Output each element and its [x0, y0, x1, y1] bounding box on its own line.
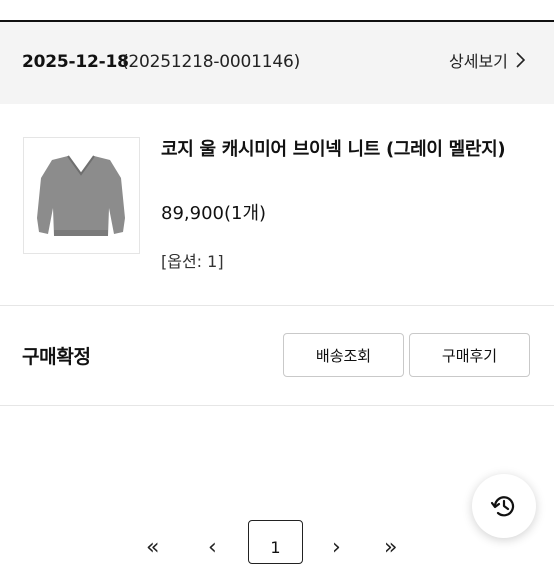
prev-page-icon[interactable]: ‹	[208, 537, 217, 559]
current-page[interactable]: 1	[248, 520, 303, 564]
write-review-button[interactable]: 구매후기	[409, 333, 530, 377]
next-page-icon[interactable]: ›	[332, 537, 341, 559]
order-status: 구매확정	[22, 346, 91, 368]
pagination: « ‹ 1 › »	[0, 520, 554, 564]
divider	[0, 305, 554, 306]
order-detail-label: 상세보기	[449, 52, 508, 71]
track-delivery-button[interactable]: 배송조회	[283, 333, 404, 377]
product-name[interactable]: 코지 울 캐시미어 브이넥 니트 (그레이 멜란지)	[161, 136, 531, 163]
sweater-image	[37, 155, 125, 236]
last-page-icon[interactable]: »	[384, 537, 397, 559]
order-number: (20251218-0001146)	[122, 52, 301, 72]
chevron-right-icon	[516, 52, 525, 68]
history-icon	[490, 496, 515, 517]
product-option: [옵션: 1]	[161, 252, 224, 271]
first-page-icon[interactable]: «	[146, 537, 159, 559]
divider	[0, 405, 554, 406]
order-date: 2025-12-18	[22, 52, 129, 72]
order-detail-link[interactable]: 상세보기	[449, 48, 525, 72]
product-image[interactable]	[23, 137, 140, 254]
top-bar	[0, 0, 554, 22]
product-price: 89,900(1개)	[161, 203, 267, 224]
